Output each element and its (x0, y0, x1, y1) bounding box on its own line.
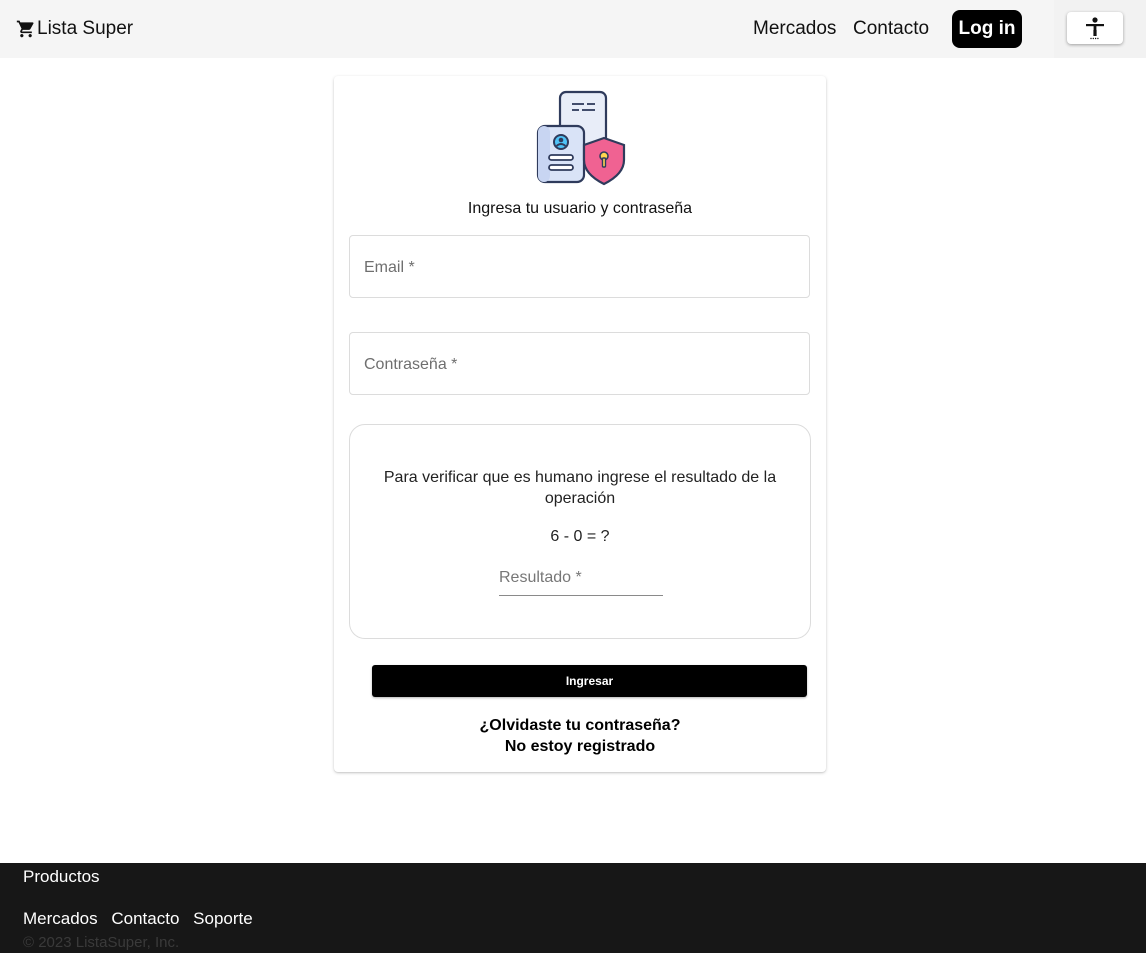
email-field[interactable] (349, 235, 810, 299)
secure-document-icon (536, 90, 626, 186)
brand-name: Lista Super (37, 18, 134, 39)
password-input[interactable] (362, 333, 796, 396)
cart-icon (16, 20, 34, 38)
footer: Productos Mercados Contacto Soporte © 20… (0, 863, 1146, 953)
footer-title: Productos (23, 867, 100, 886)
nav-link-mercados[interactable]: Mercados (753, 18, 836, 40)
captcha-box: Para verificar que es humano ingrese el … (349, 424, 811, 639)
login-card: Ingresa tu usuario y contraseña Para ver… (334, 76, 826, 772)
submit-button[interactable]: Ingresar (372, 665, 807, 697)
captcha-instruction: Para verificar que es humano ingrese el … (383, 469, 777, 507)
email-input[interactable] (362, 236, 796, 299)
forgot-password-link[interactable]: ¿Olvidaste tu contraseña? (334, 717, 826, 735)
footer-link-contacto[interactable]: Contacto (111, 909, 179, 928)
nav-link-contacto[interactable]: Contacto (853, 18, 929, 40)
footer-links: Mercados Contacto Soporte (23, 909, 262, 929)
footer-link-mercados[interactable]: Mercados (23, 909, 98, 928)
captcha-result-field[interactable] (499, 561, 663, 596)
captcha-result-input[interactable] (499, 561, 663, 594)
accessibility-panel (1054, 0, 1146, 58)
copyright-text: © 2023 ListaSuper, Inc. (23, 934, 180, 951)
top-navbar: Lista Super Mercados Contacto Log in (0, 0, 1146, 58)
footer-link-soporte[interactable]: Soporte (193, 909, 253, 928)
password-field[interactable] (349, 332, 810, 396)
login-button[interactable]: Log in (952, 10, 1022, 48)
login-subtitle: Ingresa tu usuario y contraseña (467, 200, 693, 217)
accessibility-button[interactable] (1067, 12, 1123, 44)
captcha-operation: 6 - 0 = ? (550, 528, 610, 545)
register-link[interactable]: No estoy registrado (334, 738, 826, 756)
accessibility-icon (1086, 17, 1104, 40)
brand-link[interactable]: Lista Super (16, 18, 133, 40)
